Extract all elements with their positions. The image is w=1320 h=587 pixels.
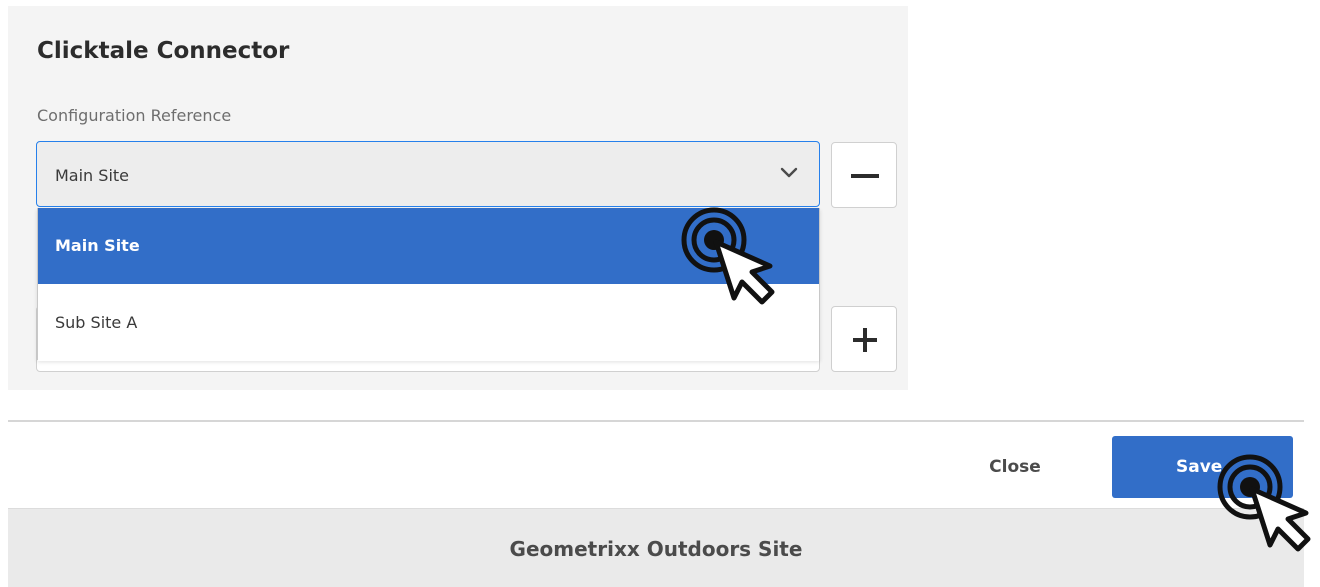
add-reference-button[interactable] [831, 306, 897, 372]
select-current-value: Main Site [55, 166, 129, 185]
dialog-footer [8, 422, 1304, 508]
save-button[interactable]: Save [1112, 436, 1293, 498]
option-label: Main Site [55, 236, 140, 255]
option-label: Sub Site A [55, 313, 138, 332]
dialog-title: Clicktale Connector [37, 38, 290, 64]
select-dropdown-list: Main Site Sub Site A [37, 208, 820, 361]
configuration-reference-select[interactable]: Main Site [36, 141, 820, 207]
site-status-bar: Geometrixx Outdoors Site [8, 508, 1304, 587]
close-button[interactable]: Close [960, 436, 1070, 498]
site-name: Geometrixx Outdoors Site [509, 537, 803, 561]
chevron-down-icon [780, 167, 798, 178]
plus-icon [853, 328, 877, 352]
option-sub-site-a[interactable]: Sub Site A [38, 285, 819, 361]
option-main-site[interactable]: Main Site [38, 208, 819, 284]
configuration-reference-label: Configuration Reference [37, 106, 232, 125]
configuration-panel: Clicktale Connector Configuration Refere… [8, 6, 908, 390]
remove-reference-button[interactable] [831, 142, 897, 208]
minus-icon [851, 174, 879, 178]
